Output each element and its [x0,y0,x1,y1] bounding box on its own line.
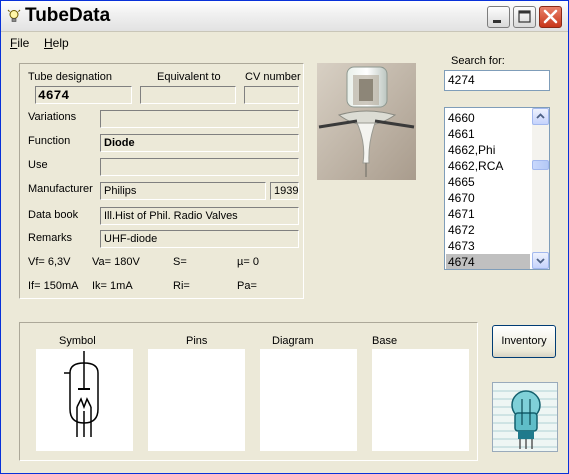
tube-logo-icon [493,383,557,451]
scroll-up-button[interactable] [532,108,549,125]
param-vf: Vf= 6,3V [28,256,71,268]
cv-number-field[interactable] [244,86,299,104]
use-label: Use [28,159,48,171]
cv-header: CV number [245,71,301,83]
list-item[interactable]: 4672 [446,222,530,238]
year-field[interactable]: 1939 [270,182,299,200]
variations-field[interactable] [100,110,299,128]
search-input[interactable]: 4274 [444,70,550,91]
list-item[interactable]: 4662,Phi [446,142,530,158]
close-icon [543,9,558,24]
designation-field[interactable]: 4674 [35,86,132,104]
function-label: Function [28,135,71,147]
lightbulb-icon [7,9,21,22]
app-window: TubeData File Help Tube designation Equi… [0,0,569,474]
pins-image [148,349,245,451]
remarks-field[interactable]: UHF-diode [100,230,299,248]
chevron-down-icon [536,258,545,264]
remarks-label: Remarks [28,232,73,244]
databook-label: Data book [28,209,79,221]
symbol-label: Symbol [59,335,96,347]
variations-label: Variations [28,111,77,123]
list-item-selected[interactable]: 4674 [446,254,530,269]
list-item[interactable]: 4665 [446,174,530,190]
chevron-up-icon [536,113,545,119]
equivalent-field[interactable] [140,86,236,104]
base-label: Base [372,335,398,347]
use-field[interactable] [100,158,299,176]
app-logo [492,382,558,452]
diode-symbol-icon [64,351,99,437]
minimize-icon [493,20,501,23]
list-item[interactable]: 4660 [446,110,530,126]
manufacturer-label: Manufacturer [28,183,93,195]
function-field[interactable]: Diode [100,134,299,152]
tube-list[interactable]: 4660 4661 4662,Phi 4662,RCA 4665 4670 46… [444,107,550,270]
param-s: S= [173,256,187,268]
diagram-image [260,349,357,451]
list-item[interactable]: 4673 [446,238,530,254]
scroll-down-button[interactable] [532,252,549,269]
param-if: If= 150mA [28,280,79,292]
list-item[interactable]: 4671 [446,206,530,222]
tube-photo-image [317,63,416,180]
param-ik: Ik= 1mA [92,280,133,292]
inventory-button[interactable]: Inventory [492,325,556,358]
param-mu: µ= 0 [237,256,259,268]
param-va: Va= 180V [92,256,140,268]
designation-header: Tube designation [28,71,112,83]
menu-bar: File Help [1,33,568,54]
list-item[interactable]: 4662,RCA [446,158,530,174]
list-scrollbar[interactable] [532,108,549,269]
pins-label: Pins [186,335,208,347]
search-label: Search for: [451,55,505,67]
maximize-button[interactable] [513,6,536,28]
close-button[interactable] [539,6,562,28]
minimize-button[interactable] [487,6,510,28]
list-item[interactable]: 4661 [446,126,530,142]
diagram-label: Diagram [272,335,314,347]
equivalent-header: Equivalent to [157,71,221,83]
window-title: TubeData [25,5,111,26]
menu-file[interactable]: File [10,36,29,50]
param-ri: Ri= [173,280,190,292]
maximize-icon [518,10,531,23]
symbol-image [36,349,133,451]
scroll-thumb[interactable] [532,160,549,170]
menu-help[interactable]: Help [44,36,69,50]
databook-field[interactable]: Ill.Hist of Phil. Radio Valves [100,207,299,225]
base-image [372,349,469,451]
manufacturer-field[interactable]: Philips [100,182,266,200]
list-item[interactable]: 4670 [446,190,530,206]
tube-photo [317,63,416,180]
title-bar[interactable]: TubeData [1,1,568,32]
param-pa: Pa= [237,280,257,292]
